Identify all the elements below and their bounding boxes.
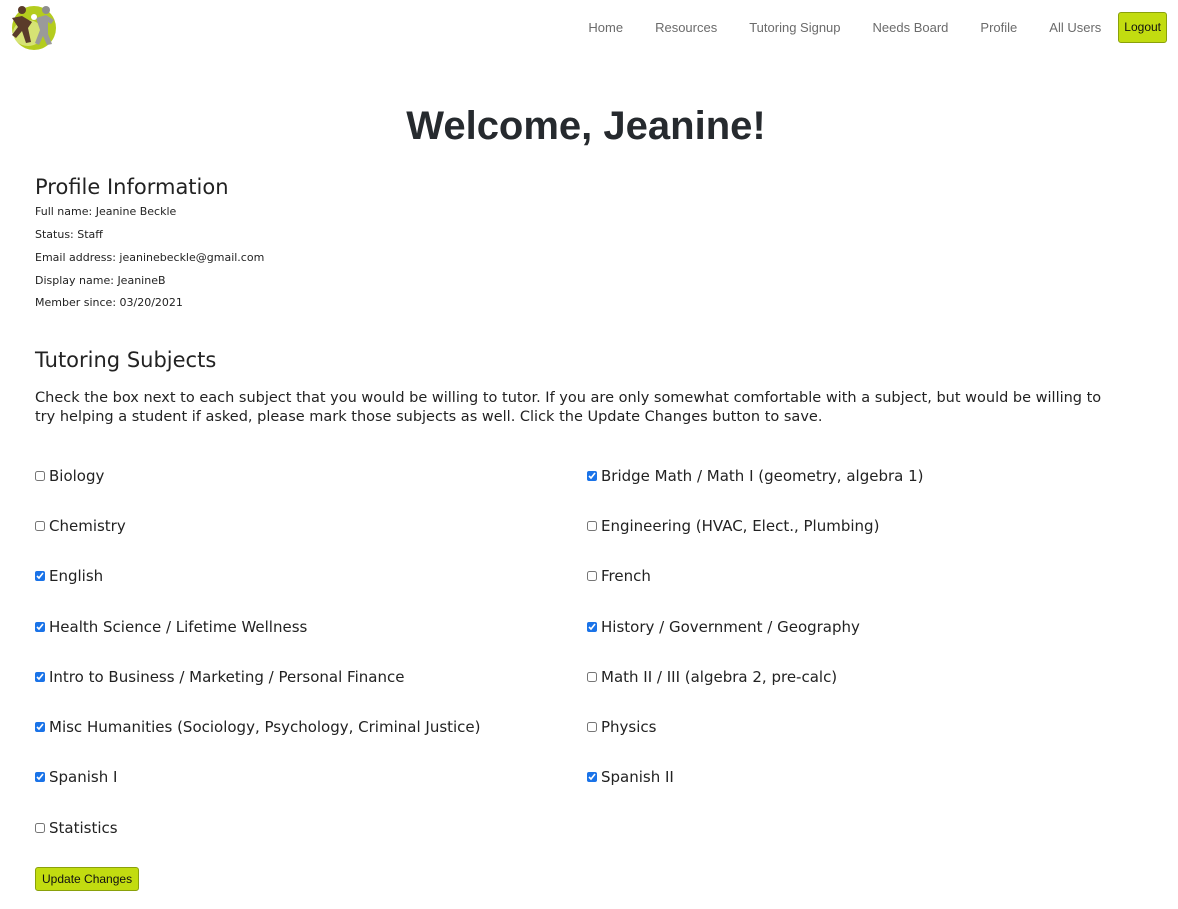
- profile-member-since: Member since: 03/20/2021: [35, 296, 183, 309]
- subject-checkbox[interactable]: [35, 571, 45, 581]
- subject-checkbox[interactable]: [35, 772, 45, 782]
- tutoring-section-title: Tutoring Subjects: [35, 348, 217, 372]
- subject-label: Spanish I: [49, 768, 118, 786]
- subject-item[interactable]: Statistics: [35, 819, 118, 837]
- subject-checkbox[interactable]: [35, 471, 45, 481]
- subject-item[interactable]: Biology: [35, 467, 104, 485]
- welcome-heading: Welcome, Jeanine!: [406, 104, 766, 148]
- subject-label: Engineering (HVAC, Elect., Plumbing): [601, 517, 880, 535]
- nav-resources-link[interactable]: Resources: [655, 13, 717, 43]
- subject-checkbox[interactable]: [587, 672, 597, 682]
- update-changes-button[interactable]: Update Changes: [35, 867, 140, 891]
- nav-all-users-link[interactable]: All Users: [1049, 13, 1101, 43]
- subject-label: French: [601, 567, 651, 585]
- profile-display-name: Display name: JeanineB: [35, 274, 166, 287]
- subject-checkbox[interactable]: [35, 521, 45, 531]
- subject-item[interactable]: Engineering (HVAC, Elect., Plumbing): [587, 517, 879, 535]
- subject-item[interactable]: Spanish I: [35, 768, 117, 786]
- logo-icon[interactable]: [8, 2, 58, 52]
- subject-checkbox[interactable]: [587, 471, 597, 481]
- subject-item[interactable]: Bridge Math / Math I (geometry, algebra …: [587, 467, 924, 485]
- nav-tutoring-signup-link[interactable]: Tutoring Signup: [749, 13, 840, 43]
- subject-label: History / Government / Geography: [601, 618, 860, 636]
- profile-status: Status: Staff: [35, 228, 103, 241]
- subject-checkbox[interactable]: [587, 772, 597, 782]
- subject-item[interactable]: Spanish II: [587, 768, 674, 786]
- subject-item[interactable]: Intro to Business / Marketing / Personal…: [35, 668, 404, 686]
- profile-email: Email address: jeaninebeckle@gmail.com: [35, 251, 265, 264]
- nav-links: Home Resources Tutoring Signup Needs Boa…: [556, 12, 1167, 43]
- subject-label: Biology: [49, 467, 105, 485]
- subject-checkbox[interactable]: [35, 823, 45, 833]
- subject-checkbox[interactable]: [587, 521, 597, 531]
- subject-label: Bridge Math / Math I (geometry, algebra …: [601, 467, 924, 485]
- subject-checkbox[interactable]: [35, 672, 45, 682]
- subject-checkbox[interactable]: [587, 622, 597, 632]
- subject-checkbox[interactable]: [35, 722, 45, 732]
- nav-profile-link[interactable]: Profile: [980, 13, 1017, 43]
- tutoring-instructions: Check the box next to each subject that …: [35, 390, 1102, 425]
- subject-label: Intro to Business / Marketing / Personal…: [49, 668, 405, 686]
- subject-label: Health Science / Lifetime Wellness: [49, 618, 308, 636]
- subject-checkbox[interactable]: [35, 622, 45, 632]
- subject-label: Statistics: [49, 819, 118, 837]
- subject-item[interactable]: English: [35, 567, 103, 585]
- subject-item[interactable]: Physics: [587, 718, 656, 736]
- nav-needs-board-link[interactable]: Needs Board: [873, 13, 949, 43]
- subject-checkbox[interactable]: [587, 571, 597, 581]
- subject-label: English: [49, 567, 104, 585]
- profile-section-title: Profile Information: [35, 175, 229, 199]
- nav-home-link[interactable]: Home: [588, 13, 623, 43]
- subject-label: Physics: [601, 718, 657, 736]
- subject-label: Math II / III (algebra 2, pre-calc): [601, 668, 838, 686]
- subject-item[interactable]: French: [587, 567, 651, 585]
- subject-item[interactable]: History / Government / Geography: [587, 618, 860, 636]
- subject-label: Misc Humanities (Sociology, Psychology, …: [49, 718, 481, 736]
- subject-label: Chemistry: [49, 517, 126, 535]
- profile-full-name: Full name: Jeanine Beckle: [35, 205, 177, 218]
- subject-item[interactable]: Chemistry: [35, 517, 126, 535]
- subject-item[interactable]: Math II / III (algebra 2, pre-calc): [587, 668, 837, 686]
- navbar: Home Resources Tutoring Signup Needs Boa…: [0, 0, 1178, 56]
- subject-item[interactable]: Misc Humanities (Sociology, Psychology, …: [35, 718, 481, 736]
- subject-checkbox[interactable]: [587, 722, 597, 732]
- subject-label: Spanish II: [601, 768, 674, 786]
- logout-button[interactable]: Logout: [1118, 12, 1167, 43]
- subject-item[interactable]: Health Science / Lifetime Wellness: [35, 618, 307, 636]
